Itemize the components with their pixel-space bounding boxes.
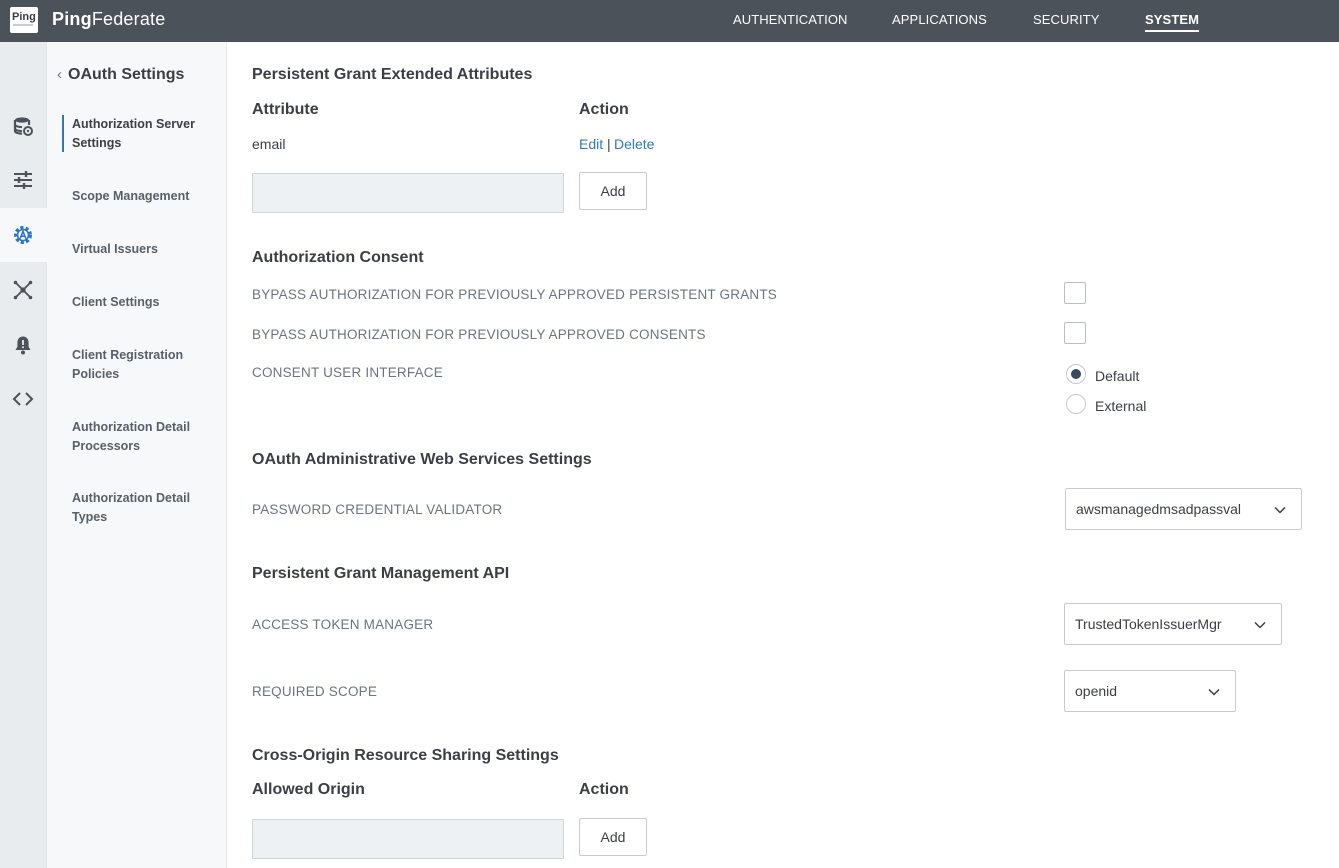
- chevron-down-icon: [1208, 688, 1220, 696]
- add-attribute-button[interactable]: Add: [579, 172, 647, 210]
- column-header-allowed-origin: Allowed Origin: [252, 781, 365, 798]
- add-origin-button[interactable]: Add: [579, 818, 647, 856]
- delete-attribute-link[interactable]: Delete: [614, 136, 654, 152]
- code-icon[interactable]: [7, 383, 39, 415]
- subnav-item-authorization-server-settings[interactable]: Authorization Server Settings: [72, 115, 222, 152]
- brand-bold: Ping: [52, 9, 92, 29]
- back-to-oauth-settings[interactable]: ‹ OAuth Settings: [57, 66, 184, 84]
- consent-ui-external-label[interactable]: External: [1095, 398, 1146, 414]
- attribute-email: email: [252, 136, 286, 152]
- nav-system[interactable]: SYSTEM: [1145, 12, 1200, 32]
- atm-select[interactable]: TrustedTokenIssuerMgr: [1064, 603, 1282, 645]
- bypass-consents-checkbox[interactable]: [1064, 322, 1086, 344]
- subnav-item-virtual-issuers[interactable]: Virtual Issuers: [72, 240, 222, 259]
- oauth-gear-icon[interactable]: [7, 219, 39, 251]
- subnav-item-scope-management[interactable]: Scope Management: [72, 187, 222, 206]
- column-header-cors-action: Action: [579, 781, 629, 798]
- atm-label: ACCESS TOKEN MANAGER: [252, 617, 434, 632]
- chevron-down-icon: [1274, 506, 1286, 514]
- consent-ui-label: CONSENT USER INTERFACE: [252, 365, 443, 380]
- brand-rest: Federate: [91, 9, 166, 29]
- section-title-admin-web-services: OAuth Administrative Web Services Settin…: [252, 451, 592, 468]
- consent-ui-radio-default[interactable]: [1066, 364, 1086, 384]
- bypass-grants-label: BYPASS AUTHORIZATION FOR PREVIOUSLY APPR…: [252, 287, 778, 302]
- bell-icon[interactable]: [7, 329, 39, 361]
- pcv-select[interactable]: awsmanagedmsadpassval: [1065, 488, 1302, 530]
- column-header-attribute: Attribute: [252, 101, 319, 118]
- chevron-left-icon: ‹: [57, 66, 62, 83]
- ping-logo[interactable]: Ping: [10, 7, 38, 33]
- subnav-item-client-settings[interactable]: Client Settings: [72, 293, 222, 312]
- consent-ui-default-label[interactable]: Default: [1095, 368, 1139, 384]
- required-scope-select[interactable]: openid: [1064, 670, 1236, 712]
- brand-name: PingFederate: [52, 9, 165, 30]
- database-icon[interactable]: [7, 110, 39, 142]
- bypass-consents-label: BYPASS AUTHORIZATION FOR PREVIOUSLY APPR…: [252, 327, 706, 342]
- new-attribute-input[interactable]: [252, 173, 564, 213]
- sliders-icon[interactable]: [7, 164, 39, 196]
- oauth-settings-subnav: ‹ OAuth Settings Authorization Server Set…: [47, 42, 227, 868]
- section-title-grant-management-api: Persistent Grant Management API: [252, 565, 510, 582]
- subnav-title: OAuth Settings: [68, 66, 185, 83]
- section-title-authorization-consent: Authorization Consent: [252, 249, 424, 266]
- nav-security[interactable]: SECURITY: [1033, 12, 1100, 27]
- subnav-item-authorization-detail-processors[interactable]: Authorization Detail Processors: [72, 418, 212, 455]
- chevron-down-icon: [1254, 621, 1266, 629]
- pcv-selected-value: awsmanagedmsadpassval: [1076, 501, 1241, 517]
- active-item-marker: [62, 115, 64, 152]
- logo-underline: [13, 24, 33, 26]
- main-content: Persistent Grant Extended Attributes Att…: [227, 42, 1339, 868]
- action-separator: |: [607, 136, 611, 152]
- icon-rail: [0, 42, 47, 868]
- atm-selected-value: TrustedTokenIssuerMgr: [1075, 616, 1222, 632]
- top-bar: Ping PingFederate AUTHENTICATION APPLICA…: [0, 0, 1339, 42]
- column-header-action: Action: [579, 101, 629, 118]
- pcv-label: PASSWORD CREDENTIAL VALIDATOR: [252, 502, 503, 517]
- section-title-cors: Cross-Origin Resource Sharing Settings: [252, 747, 559, 764]
- section-title-persistent-grant-attributes: Persistent Grant Extended Attributes: [252, 66, 533, 83]
- required-scope-label: REQUIRED SCOPE: [252, 684, 378, 699]
- bypass-grants-checkbox[interactable]: [1064, 282, 1086, 304]
- allowed-origin-input[interactable]: [252, 819, 564, 859]
- required-scope-selected-value: openid: [1075, 683, 1118, 699]
- subnav-item-client-registration-policies[interactable]: Client Registration Policies: [72, 346, 202, 383]
- consent-ui-radio-external[interactable]: [1066, 394, 1086, 414]
- edit-attribute-link[interactable]: Edit: [579, 136, 603, 152]
- logo-text: Ping: [12, 11, 36, 23]
- nav-authentication[interactable]: AUTHENTICATION: [733, 12, 848, 27]
- network-icon[interactable]: [7, 274, 39, 306]
- nav-applications[interactable]: APPLICATIONS: [892, 12, 987, 27]
- subnav-item-authorization-detail-types[interactable]: Authorization Detail Types: [72, 489, 212, 526]
